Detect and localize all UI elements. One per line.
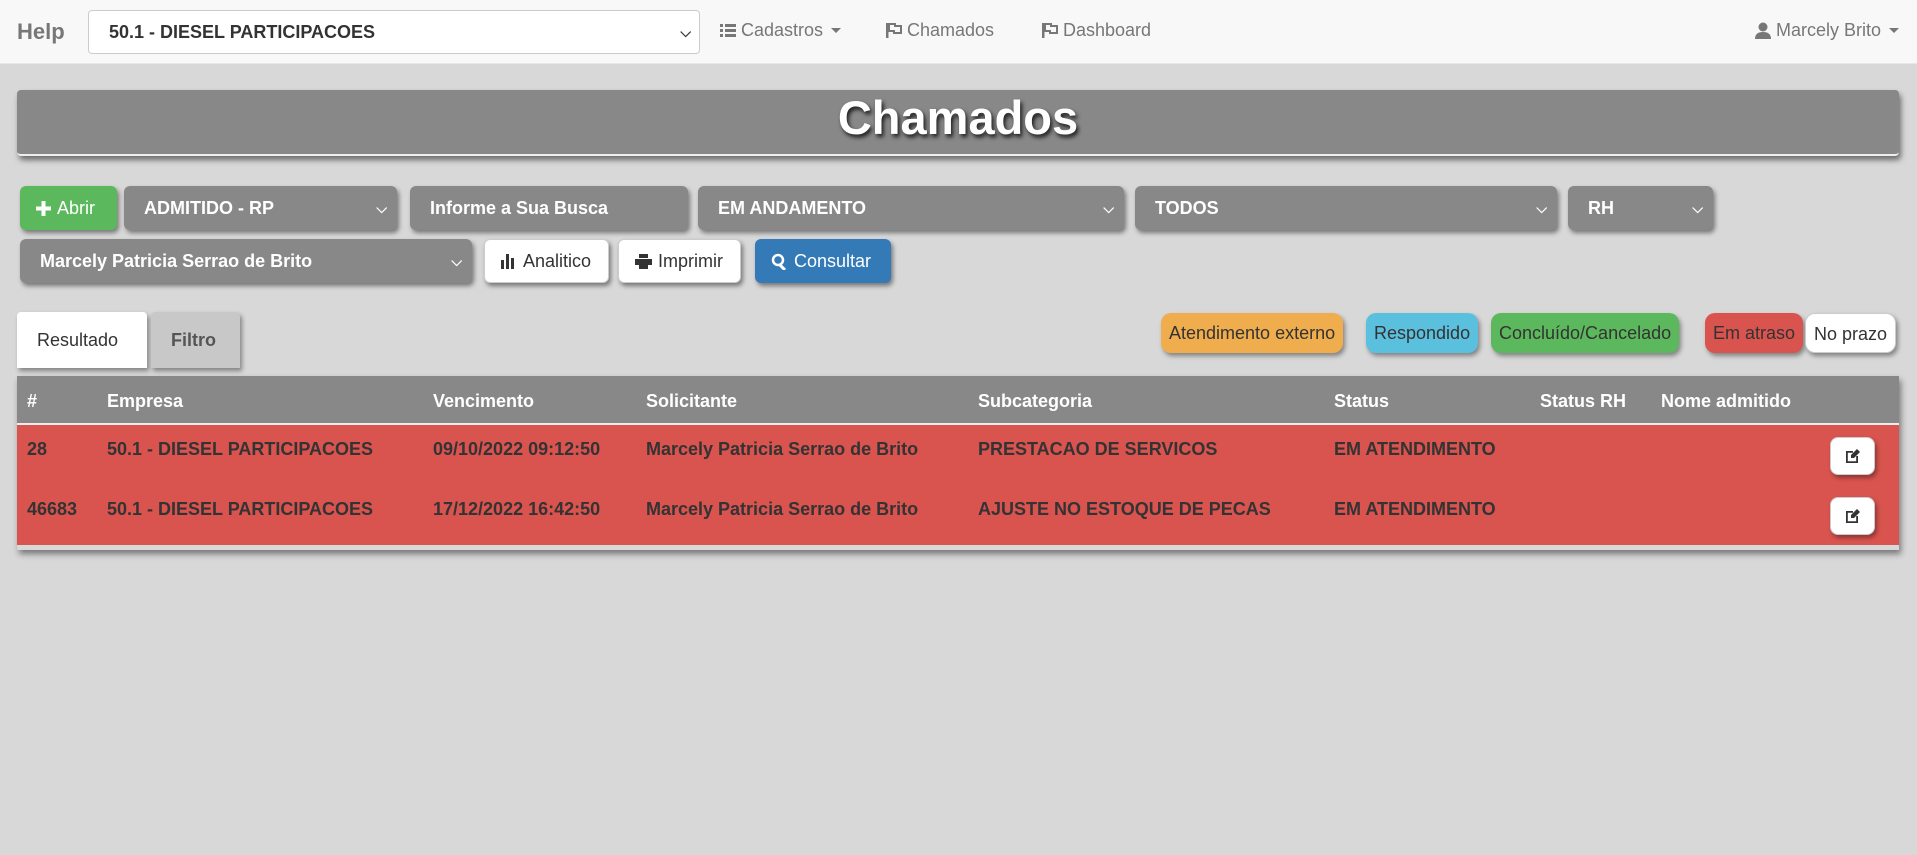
query-button[interactable]: Consultar (755, 239, 891, 283)
caret-down-icon (831, 28, 842, 33)
chevron-down-icon: ⌵ (376, 200, 387, 216)
company-select-value: 50.1 - DIESEL PARTICIPACOES (109, 22, 376, 42)
status-select-value: EM ANDAMENTO (718, 198, 866, 218)
col-id[interactable]: # (27, 391, 37, 412)
bar-chart-icon (501, 253, 514, 269)
list-icon (720, 24, 736, 37)
chevron-down-icon: ⌵ (451, 253, 462, 269)
legend-respondido: Respondido (1366, 313, 1479, 353)
brand-logo[interactable]: Help (17, 19, 65, 45)
chevron-down-icon: ⌵ (1103, 200, 1114, 216)
cell-subcategoria: PRESTACAO DE SERVICOS (978, 439, 1218, 459)
cell-status: EM ATENDIMENTO (1334, 499, 1496, 519)
legend-atendimento-externo: Atendimento externo (1161, 313, 1344, 353)
user-icon (1754, 22, 1771, 39)
all-select[interactable]: TODOS ⌵ (1135, 186, 1557, 230)
col-subcategoria[interactable]: Subcategoria (978, 391, 1092, 412)
edit-icon (1845, 509, 1860, 523)
tab-filtro[interactable]: Filtro (151, 312, 240, 368)
search-icon (771, 253, 787, 270)
search-placeholder: Informe a Sua Busca (430, 198, 609, 218)
nav-dashboard-label: Dashboard (1063, 20, 1152, 40)
legend-em-atraso: Em atraso (1705, 313, 1804, 353)
print-button-label: Imprimir (658, 251, 723, 271)
type-select[interactable]: ADMITIDO - RP ⌵ (124, 186, 397, 230)
nav-chamados[interactable]: Chamados (886, 20, 994, 41)
type-select-value: ADMITIDO - RP (144, 198, 274, 218)
flag-icon (886, 23, 902, 38)
table-row[interactable]: 46683 50.1 - DIESEL PARTICIPACOES 17/12/… (17, 485, 1899, 545)
cell-empresa: 50.1 - DIESEL PARTICIPACOES (107, 499, 374, 519)
cell-vencimento: 17/12/2022 16:42:50 (433, 499, 601, 519)
company-select[interactable]: 50.1 - DIESEL PARTICIPACOES ⌵ (88, 10, 700, 54)
col-status[interactable]: Status (1334, 391, 1389, 412)
cell-empresa: 50.1 - DIESEL PARTICIPACOES (107, 439, 374, 459)
nav-cadastros[interactable]: Cadastros (720, 20, 842, 41)
nav-dashboard[interactable]: Dashboard (1042, 20, 1151, 41)
search-input[interactable]: Informe a Sua Busca (410, 186, 688, 230)
table-row[interactable]: 28 50.1 - DIESEL PARTICIPACOES 09/10/202… (17, 425, 1899, 485)
tab-resultado[interactable]: Resultado (17, 312, 147, 368)
col-empresa[interactable]: Empresa (107, 391, 183, 412)
cell-subcategoria: AJUSTE NO ESTOQUE DE PECAS (978, 499, 1271, 519)
user-name: Marcely Brito (1775, 20, 1881, 40)
cell-solicitante: Marcely Patricia Serrao de Brito (646, 499, 919, 519)
query-button-label: Consultar (794, 251, 872, 271)
user-menu[interactable]: Marcely Brito (1754, 20, 1899, 41)
cell-status: EM ATENDIMENTO (1334, 439, 1496, 459)
nav-cadastros-label: Cadastros (741, 20, 824, 40)
plus-icon (36, 200, 51, 216)
page-title-banner: Chamados (17, 90, 1899, 156)
cell-id: 28 (27, 439, 48, 459)
open-button[interactable]: Abrir (20, 186, 117, 230)
dept-select[interactable]: RH ⌵ (1568, 186, 1713, 230)
requester-select[interactable]: Marcely Patricia Serrao de Brito ⌵ (20, 239, 472, 283)
col-nome-admitido[interactable]: Nome admitido (1661, 391, 1791, 412)
status-select[interactable]: EM ANDAMENTO ⌵ (698, 186, 1124, 230)
legend-no-prazo: No prazo (1805, 313, 1897, 353)
results-table: # Empresa Vencimento Solicitante Subcate… (17, 376, 1899, 550)
nav-chamados-label: Chamados (907, 20, 995, 40)
col-solicitante[interactable]: Solicitante (646, 391, 737, 412)
print-button[interactable]: Imprimir (618, 239, 741, 283)
caret-down-icon (1889, 28, 1899, 33)
chevron-down-icon: ⌵ (1536, 200, 1547, 216)
open-button-label: Abrir (57, 198, 96, 218)
chevron-down-icon: ⌵ (1692, 200, 1703, 216)
cell-vencimento: 09/10/2022 09:12:50 (433, 439, 601, 459)
col-vencimento[interactable]: Vencimento (433, 391, 534, 412)
dept-select-value: RH (1588, 198, 1614, 218)
edit-button[interactable] (1830, 497, 1875, 535)
col-status-rh[interactable]: Status RH (1540, 391, 1626, 412)
table-header: # Empresa Vencimento Solicitante Subcate… (17, 376, 1899, 425)
analytic-button-label: Analitico (523, 251, 592, 271)
chevron-down-icon: ⌵ (680, 24, 691, 40)
cell-id: 46683 (27, 499, 78, 519)
print-icon (635, 253, 652, 269)
legend-concluido-cancelado: Concluído/Cancelado (1491, 313, 1680, 353)
all-select-value: TODOS (1155, 198, 1219, 218)
flag-icon (1042, 23, 1058, 38)
edit-button[interactable] (1830, 437, 1875, 475)
navbar: Help 50.1 - DIESEL PARTICIPACOES ⌵ Cadas… (0, 0, 1917, 64)
analytic-button[interactable]: Analitico (484, 239, 609, 283)
page-title: Chamados (837, 91, 1079, 144)
cell-solicitante: Marcely Patricia Serrao de Brito (646, 439, 919, 459)
edit-icon (1845, 449, 1860, 463)
requester-select-value: Marcely Patricia Serrao de Brito (40, 251, 313, 271)
